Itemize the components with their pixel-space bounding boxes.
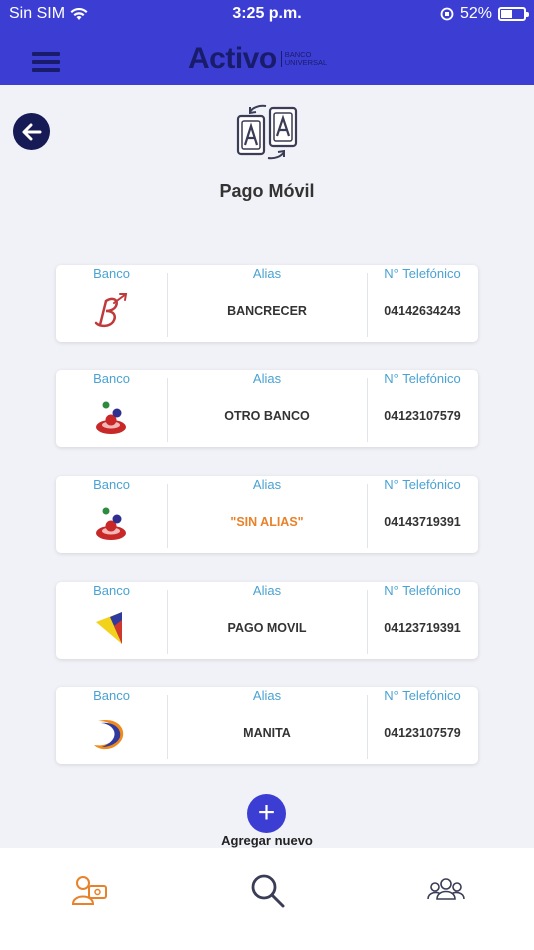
battery-level-fill xyxy=(501,10,513,18)
plus-icon: + xyxy=(257,796,276,829)
table-row[interactable]: Banco Alias PAGO MOVIL N° Telefónico 041… xyxy=(56,582,478,659)
alias-value: OTRO BANCO xyxy=(224,409,310,423)
alias-cell: Alias "SIN ALIAS" xyxy=(167,476,367,553)
search-icon[interactable] xyxy=(247,870,287,910)
phone-cell: N° Telefónico 04123107579 xyxy=(367,687,478,764)
alias-value: BANCRECER xyxy=(227,304,307,318)
alias-value: "SIN ALIAS" xyxy=(230,515,304,529)
bank-cell: Banco xyxy=(56,370,167,447)
bank-header: Banco xyxy=(93,477,130,492)
alias-value: PAGO MOVIL xyxy=(227,621,307,635)
bank-header: Banco xyxy=(93,583,130,598)
phone-cell: N° Telefónico 04143719391 xyxy=(367,476,478,553)
phone-header: N° Telefónico xyxy=(384,688,461,703)
card-exchange-icon xyxy=(236,104,298,160)
alias-cell: Alias OTRO BANCO xyxy=(167,370,367,447)
bank-cell: Banco xyxy=(56,582,167,659)
alias-header: Alias xyxy=(252,477,282,492)
hamburger-menu-icon[interactable] xyxy=(32,52,60,72)
app-header: Sin SIM 3:25 p.m. 52% Activo BANCO UNIVE… xyxy=(0,0,534,85)
phone-value: 04123107579 xyxy=(384,726,461,740)
brand-sub-2: UNIVERSAL xyxy=(284,58,328,67)
arrow-left-icon xyxy=(22,123,41,140)
alias-header: Alias xyxy=(252,371,282,386)
table-row[interactable]: Banco Alias MANITA N° Telefónico 0412310… xyxy=(56,687,478,764)
phone-header: N° Telefónico xyxy=(384,371,461,386)
phone-cell: N° Telefónico 04123719391 xyxy=(367,582,478,659)
add-new-label[interactable]: Agregar nuevo xyxy=(0,833,534,848)
status-bar: Sin SIM 3:25 p.m. 52% xyxy=(0,0,534,28)
contacts-card-icon[interactable] xyxy=(70,870,110,910)
phone-value: 04123107579 xyxy=(384,409,461,423)
page-title: Pago Móvil xyxy=(219,181,315,201)
table-row[interactable]: Banco Alias OTRO BANCO N° Telefónico 041… xyxy=(56,370,478,447)
back-button[interactable] xyxy=(13,113,50,150)
phone-value: 04143719391 xyxy=(384,515,461,529)
phone-header: N° Telefónico xyxy=(384,266,461,281)
alias-value: MANITA xyxy=(243,726,291,740)
group-icon[interactable] xyxy=(426,870,466,910)
battery-icon xyxy=(498,7,529,21)
table-row[interactable]: Banco Alias BANCRECER N° Telefónico 0414… xyxy=(56,265,478,342)
brand-logo: Activo BANCO UNIVERSAL xyxy=(188,42,341,76)
alias-header: Alias xyxy=(252,266,282,281)
alias-header: Alias xyxy=(252,688,282,703)
phone-header: N° Telefónico xyxy=(384,583,461,598)
phone-header: N° Telefónico xyxy=(384,477,461,492)
phone-value: 04142634243 xyxy=(384,304,461,318)
bank-cell: Banco xyxy=(56,265,167,342)
phone-cell: N° Telefónico 04142634243 xyxy=(367,265,478,342)
bank-cell: Banco xyxy=(56,476,167,553)
tab-bar xyxy=(0,848,534,950)
add-new-button[interactable]: + xyxy=(247,794,286,833)
bank-header: Banco xyxy=(93,266,130,281)
table-row[interactable]: Banco Alias "SIN ALIAS" N° Telefónico 04… xyxy=(56,476,478,553)
venezuela-flag-logo-icon xyxy=(96,612,122,644)
phone-value: 04123719391 xyxy=(384,621,461,635)
brand-name: Activo xyxy=(188,42,277,75)
battery-percent: 52% xyxy=(459,5,492,22)
otro-banco-logo-icon xyxy=(96,401,126,434)
bank-header: Banco xyxy=(93,371,130,386)
bank-header: Banco xyxy=(93,688,130,703)
alias-cell: Alias PAGO MOVIL xyxy=(167,582,367,659)
alias-cell: Alias BANCRECER xyxy=(167,265,367,342)
alias-header: Alias xyxy=(252,583,282,598)
bank-cell: Banco xyxy=(56,687,167,764)
battery-group: 52% xyxy=(440,5,529,23)
bancrecer-logo-icon xyxy=(94,293,128,328)
orientation-lock-icon xyxy=(440,7,454,21)
crescent-logo-icon xyxy=(94,719,124,750)
alias-cell: Alias MANITA xyxy=(167,687,367,764)
phone-cell: N° Telefónico 04123107579 xyxy=(367,370,478,447)
otro-banco-logo-icon xyxy=(96,507,126,540)
brand-subtitle: BANCO UNIVERSAL xyxy=(280,51,341,67)
